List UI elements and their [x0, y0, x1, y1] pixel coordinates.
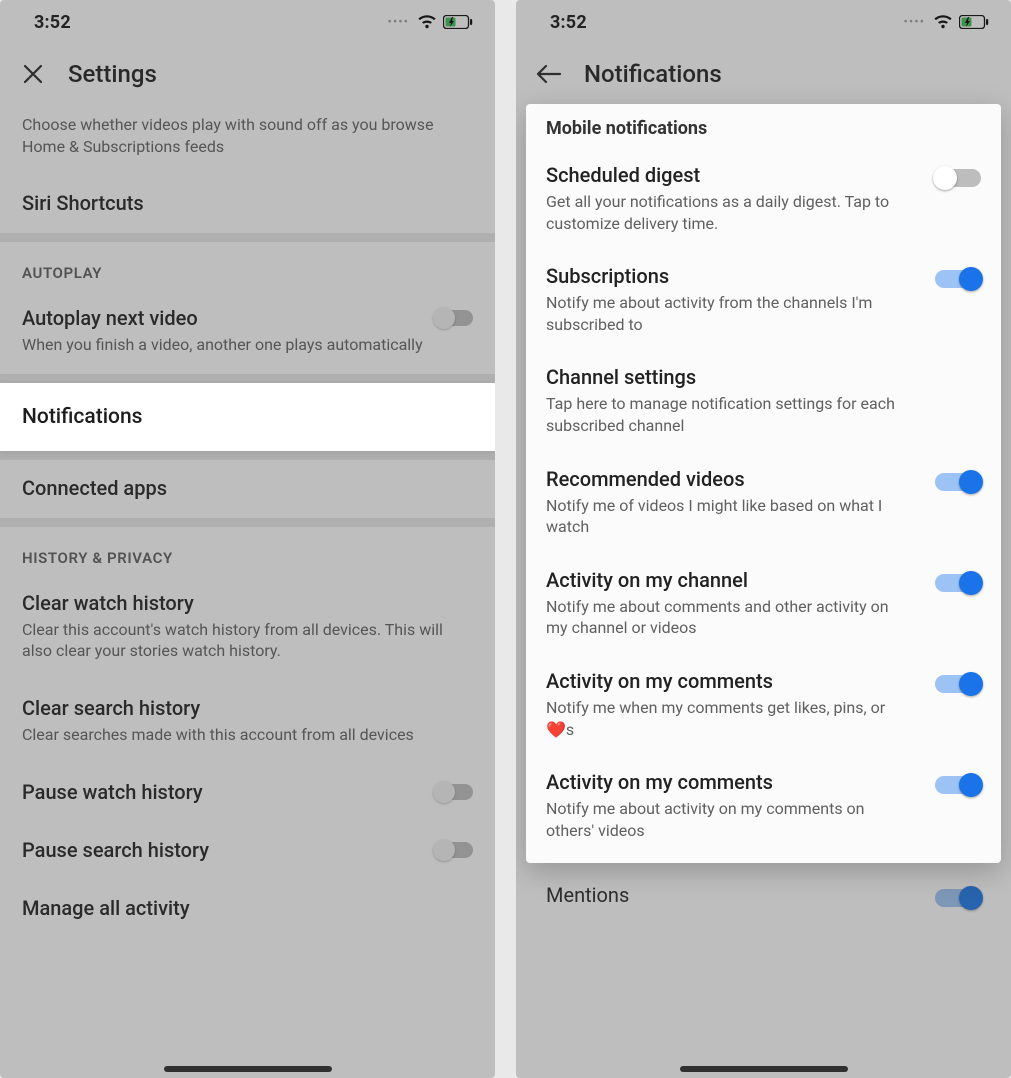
item-title: Activity on my channel: [546, 568, 925, 592]
pause-watch-toggle[interactable]: [433, 784, 473, 800]
page-title: Settings: [68, 60, 157, 88]
item-sub: Notify me about activity on my comments …: [546, 798, 906, 841]
clear-watch-history-item[interactable]: Clear watch history Clear this account's…: [0, 575, 495, 680]
autoplay-next-video-item[interactable]: Autoplay next video When you finish a vi…: [0, 290, 495, 374]
battery-icon: [443, 15, 473, 29]
pause-watch-title: Pause watch history: [22, 780, 423, 804]
app-header: Settings: [0, 44, 495, 104]
item-title: Activity on my comments: [546, 669, 925, 693]
cell-signal-icon: ••••: [387, 15, 409, 30]
activity-on-my-comments-others-item[interactable]: Activity on my comments Notify me about …: [546, 756, 981, 857]
status-time: 3:52: [34, 12, 71, 33]
status-bar: 3:52 ••••: [0, 0, 495, 44]
scheduled-digest-toggle[interactable]: [935, 169, 981, 187]
wifi-icon: [417, 15, 437, 29]
autoplay-toggle[interactable]: [433, 310, 473, 326]
status-bar: 3:52 ••••: [516, 0, 1011, 44]
clear-watch-title: Clear watch history: [22, 591, 473, 615]
connected-apps-item[interactable]: Connected apps: [0, 460, 495, 518]
item-title: Subscriptions: [546, 264, 925, 288]
app-header: Notifications: [516, 44, 1011, 104]
subscriptions-toggle[interactable]: [935, 270, 981, 288]
section-divider: [0, 374, 495, 383]
scheduled-digest-item[interactable]: Scheduled digest Get all your notificati…: [546, 149, 981, 250]
status-right: ••••: [387, 15, 473, 30]
mentions-item[interactable]: Mentions: [516, 863, 1011, 907]
section-divider: [0, 233, 495, 242]
manage-all-activity-item[interactable]: Manage all activity: [0, 880, 495, 924]
recommended-videos-toggle[interactable]: [935, 473, 981, 491]
muted-playback-item[interactable]: Choose whether videos play with sound of…: [0, 104, 495, 175]
close-icon[interactable]: [20, 61, 46, 87]
item-title: Recommended videos: [546, 467, 925, 491]
activity-comments-likes-toggle[interactable]: [935, 675, 981, 693]
autoplay-sub: When you finish a video, another one pla…: [22, 334, 423, 356]
item-sub: Notify me when my comments get likes, pi…: [546, 697, 906, 740]
wifi-icon: [933, 15, 953, 29]
channel-settings-item[interactable]: Channel settings Tap here to manage noti…: [546, 351, 981, 452]
item-sub: Get all your notifications as a daily di…: [546, 191, 906, 234]
siri-shortcuts-label: Siri Shortcuts: [22, 191, 473, 215]
manage-all-label: Manage all activity: [22, 896, 473, 920]
muted-playback-desc: Choose whether videos play with sound of…: [22, 114, 473, 157]
clear-watch-sub: Clear this account's watch history from …: [22, 619, 473, 662]
phone-right: 3:52 •••• Notifications Mobile notificat…: [516, 0, 1011, 1078]
clear-search-history-item[interactable]: Clear search history Clear searches made…: [0, 680, 495, 764]
activity-comments-others-toggle[interactable]: [935, 776, 981, 794]
section-divider: [0, 518, 495, 527]
item-sub: Tap here to manage notification settings…: [546, 393, 906, 436]
clear-search-sub: Clear searches made with this account fr…: [22, 724, 473, 746]
mentions-toggle[interactable]: [935, 889, 981, 907]
connected-apps-label: Connected apps: [22, 476, 473, 500]
pause-search-title: Pause search history: [22, 838, 423, 862]
item-title: Channel settings: [546, 365, 981, 389]
battery-icon: [959, 15, 989, 29]
status-right: ••••: [903, 15, 989, 30]
item-sub: Notify me about activity from the channe…: [546, 292, 906, 335]
status-time: 3:52: [550, 12, 587, 33]
notifications-item[interactable]: Notifications: [0, 383, 495, 451]
mobile-notifications-card: Mobile notifications Scheduled digest Ge…: [526, 104, 1001, 863]
section-autoplay-header: AUTOPLAY: [0, 242, 495, 290]
autoplay-title: Autoplay next video: [22, 306, 423, 330]
home-indicator[interactable]: [164, 1066, 332, 1072]
settings-list: Choose whether videos play with sound of…: [0, 104, 495, 233]
recommended-videos-item[interactable]: Recommended videos Notify me of videos I…: [546, 453, 981, 554]
activity-on-my-comments-likes-item[interactable]: Activity on my comments Notify me when m…: [546, 655, 981, 756]
notifications-label: Notifications: [22, 405, 473, 429]
subscriptions-item[interactable]: Subscriptions Notify me about activity f…: [546, 250, 981, 351]
item-title: Scheduled digest: [546, 163, 925, 187]
pause-search-history-item[interactable]: Pause search history: [0, 822, 495, 880]
pause-search-toggle[interactable]: [433, 842, 473, 858]
siri-shortcuts-item[interactable]: Siri Shortcuts: [0, 175, 495, 233]
cell-signal-icon: ••••: [903, 15, 925, 30]
phone-left: 3:52 •••• Settings Choose whether videos…: [0, 0, 495, 1078]
back-icon[interactable]: [536, 61, 562, 87]
item-title: Activity on my comments: [546, 770, 925, 794]
clear-search-title: Clear search history: [22, 696, 473, 720]
mentions-label: Mentions: [546, 883, 629, 907]
activity-channel-toggle[interactable]: [935, 574, 981, 592]
section-history-header: HISTORY & PRIVACY: [0, 527, 495, 575]
activity-on-my-channel-item[interactable]: Activity on my channel Notify me about c…: [546, 554, 981, 655]
section-divider: [0, 451, 495, 460]
home-indicator[interactable]: [680, 1066, 848, 1072]
page-title: Notifications: [584, 60, 722, 88]
card-header: Mobile notifications: [546, 118, 981, 139]
item-sub: Notify me of videos I might like based o…: [546, 495, 906, 538]
pause-watch-history-item[interactable]: Pause watch history: [0, 764, 495, 822]
item-sub: Notify me about comments and other activ…: [546, 596, 906, 639]
